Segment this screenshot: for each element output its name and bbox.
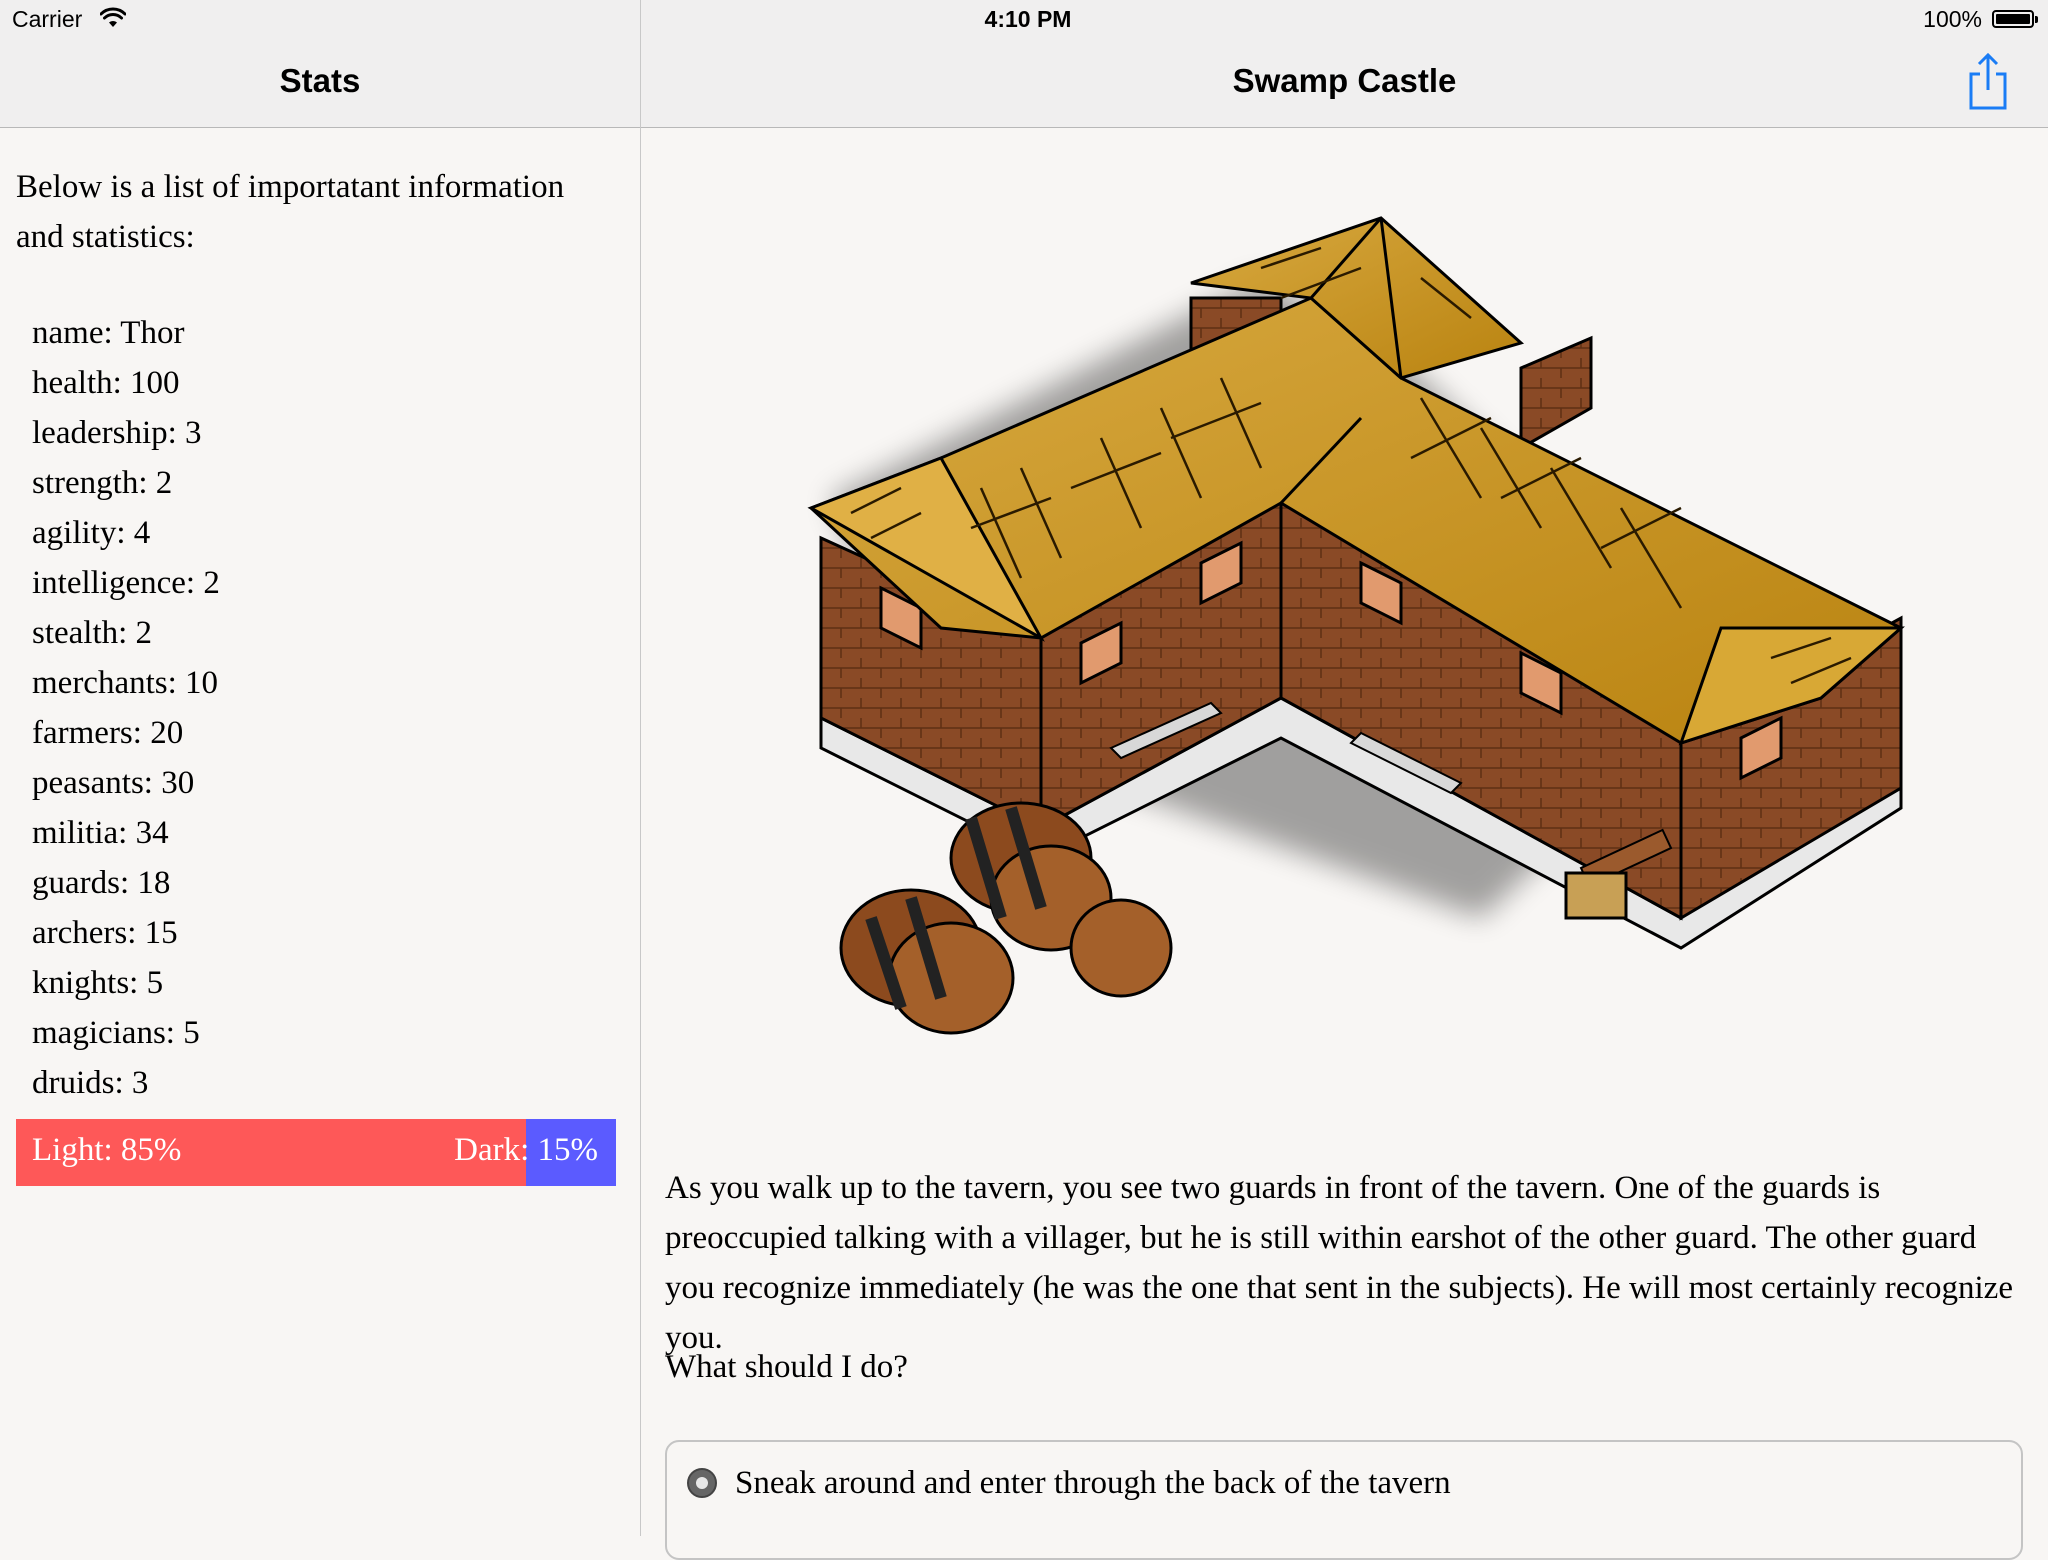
choice-label: Sneak around and enter through the back …	[735, 1465, 1451, 1501]
light-label: Light: 85%	[32, 1132, 182, 1168]
stat-item: militia: 34	[32, 815, 169, 851]
story-question: What should I do?	[665, 1349, 908, 1385]
stat-item: peasants: 30	[32, 765, 195, 801]
radio-selected-icon[interactable]	[687, 1468, 717, 1498]
stats-title: Stats	[279, 62, 361, 99]
story-title: Swamp Castle	[1232, 62, 1457, 99]
tavern-illustration	[807, 216, 1905, 1035]
dark-label: Dark: 15%	[454, 1132, 598, 1168]
status-bar: Carrier 4:10 PM 100%	[0, 0, 2048, 40]
share-icon[interactable]	[1966, 52, 2010, 110]
stat-item: magicians: 5	[32, 1015, 200, 1051]
stats-panel: Below is a list of importatant informati…	[0, 128, 640, 1536]
stats-list: name: Thor health: 100 leadership: 3 streng…	[32, 308, 220, 1108]
stat-item: leadership: 3	[32, 415, 202, 451]
stat-item: guards: 18	[32, 865, 171, 901]
story-nav-bar: Swamp Castle	[641, 40, 2048, 128]
stat-item: druids: 3	[32, 1065, 149, 1101]
stat-item: archers: 15	[32, 915, 178, 951]
stat-item: health: 100	[32, 365, 180, 401]
stat-item: farmers: 20	[32, 715, 184, 751]
stat-item: name: Thor	[32, 315, 185, 351]
story-text: As you walk up to the tavern, you see tw…	[665, 1170, 2013, 1356]
stat-item: strength: 2	[32, 465, 173, 501]
story-panel: As you walk up to the tavern, you see tw…	[641, 128, 2048, 1560]
stats-intro: Below is a list of importatant informati…	[16, 169, 565, 255]
alignment-bar: Light: 85% Dark: 15%	[16, 1119, 616, 1186]
stats-nav-bar: Stats	[0, 40, 640, 128]
battery-icon	[1992, 10, 2038, 28]
stat-item: agility: 4	[32, 515, 151, 551]
stat-item: intelligence: 2	[32, 565, 220, 601]
stat-item: merchants: 10	[32, 665, 219, 701]
stat-item: knights: 5	[32, 965, 164, 1001]
status-time: 4:10 PM	[984, 6, 1072, 32]
stat-item: stealth: 2	[32, 615, 153, 651]
choice-option[interactable]: Sneak around and enter through the back …	[665, 1440, 2023, 1560]
battery-percentage: 100%	[1923, 6, 1982, 32]
